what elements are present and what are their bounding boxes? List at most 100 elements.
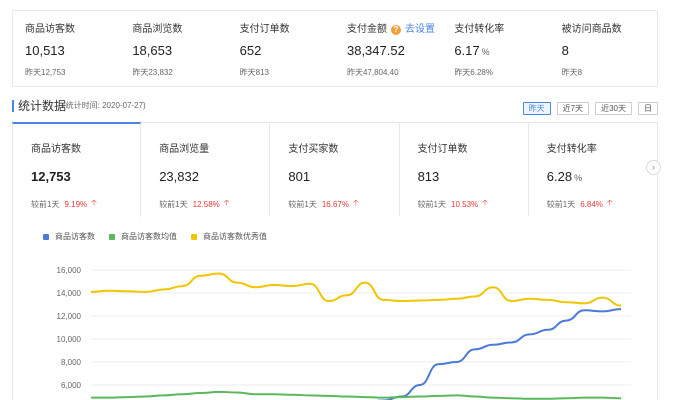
- metric-compare: 较前1天 6.84% 🡡: [547, 197, 657, 211]
- section-header: 统计数据 (统计时间: 2020-07-27) 昨天 近7天 近30天日: [12, 97, 658, 115]
- metric-tab[interactable]: 商品浏览量 23,832 较前1天 12.58% 🡡: [141, 122, 271, 216]
- arrow-up-icon: 🡡: [606, 198, 613, 207]
- metric-value: 801: [288, 169, 398, 185]
- settings-link[interactable]: 去设置: [405, 23, 435, 37]
- chevron-right-icon[interactable]: ›: [646, 160, 661, 175]
- metric-value: 12,753: [31, 169, 140, 185]
- metric-value: 6.28%: [547, 169, 657, 185]
- metric-change-pct: 9.19%: [64, 199, 88, 209]
- summary-value: 652: [240, 42, 335, 60]
- summary-item: 支付转化率 6.17% 昨天6.28%: [442, 11, 549, 86]
- metric-tab[interactable]: 支付订单数 813 较前1天 10.53% 🡡: [399, 122, 529, 216]
- metric-value-text: 12,753: [31, 169, 71, 184]
- metric-change-pct: 12.58%: [192, 199, 220, 209]
- metric-compare-label: 较前1天: [31, 199, 60, 209]
- metric-compare-label: 较前1天: [417, 199, 447, 209]
- summary-value-text: 10,513: [25, 43, 65, 58]
- metric-label: 支付订单数: [417, 144, 468, 155]
- summary-label-text: 支付转化率: [454, 24, 505, 35]
- arrow-up-icon: 🡡: [482, 198, 488, 207]
- arrow-up-icon: 🡡: [352, 198, 359, 207]
- metric-compare-label: 较前1天: [159, 199, 188, 209]
- summary-value-text: 18,653: [132, 43, 173, 58]
- summary-label: 被访问商品数: [562, 23, 657, 37]
- series-line: [91, 390, 622, 400]
- summary-value-text: 652: [239, 43, 262, 58]
- range-button[interactable]: 近7天: [556, 102, 590, 115]
- summary-label-text: 支付订单数: [239, 24, 290, 35]
- summary-item: 支付金额? 去设置 38,347.52 昨天47,804.40: [335, 11, 442, 86]
- summary-label-text: 商品访客数: [25, 24, 75, 35]
- summary-label: 支付转化率: [454, 23, 549, 37]
- help-icon[interactable]: ?: [390, 25, 401, 35]
- metric-label: 支付转化率: [546, 144, 597, 155]
- metric-label: 支付买家数: [288, 144, 339, 155]
- metric-value-text: 23,832: [159, 169, 199, 184]
- y-tick-label: 14,000: [57, 289, 82, 298]
- metric-compare-label: 较前1天: [288, 199, 317, 209]
- summary-label-text: 商品浏览数: [132, 24, 183, 35]
- range-button[interactable]: 近30天: [595, 102, 632, 115]
- section-title: 统计数据: [18, 99, 67, 113]
- trend-chart: 商品访客数 商品访客数均值 商品访客数优秀值 16,000 14,000 12,000 1…: [12, 216, 658, 400]
- summary-label: 支付订单数: [240, 23, 335, 37]
- metric-tab[interactable]: 支付买家数 801 较前1天 16.67% 🡡: [270, 122, 400, 216]
- summary-label-text: 被访问商品数: [561, 24, 622, 35]
- y-tick-label: 12,000: [57, 312, 82, 321]
- metric-tab[interactable]: 商品访客数 12,753 较前1天 9.19% 🡡: [12, 122, 142, 217]
- summary-yesterday: 昨天12,753: [25, 68, 66, 77]
- range-button[interactable]: 昨天: [522, 102, 551, 115]
- metric-change-pct: 16.67%: [321, 199, 349, 209]
- summary-yesterday: 昨天813: [239, 68, 270, 77]
- y-tick-label: 10,000: [57, 335, 82, 344]
- metric-value-text: 6.28: [546, 169, 573, 184]
- summary-yesterday: 昨天23,832: [132, 68, 173, 77]
- section-accent-bar: [12, 100, 14, 112]
- summary-yesterday: 昨天8: [561, 68, 583, 77]
- summary-card: 商品访客数 10,513 昨天12,753 商品浏览数 18,653 昨天23,832 支付…: [12, 10, 658, 87]
- metric-tab[interactable]: 支付转化率 6.28% 较前1天 6.84% 🡡: [528, 122, 658, 216]
- arrow-up-icon: 🡡: [223, 198, 230, 207]
- summary-item: 支付订单数 652 昨天813: [228, 11, 335, 86]
- metric-compare: 较前1天 9.19% 🡡: [31, 197, 140, 211]
- series-line: [376, 308, 622, 400]
- summary-value: 18,653: [132, 42, 227, 60]
- metric-compare: 较前1天 12.58% 🡡: [159, 197, 269, 211]
- range-button[interactable]: 日: [638, 102, 658, 115]
- metric-value-text: 801: [288, 169, 311, 184]
- metric-compare-label: 较前1天: [546, 199, 576, 209]
- metric-label: 商品浏览量: [159, 144, 210, 155]
- y-tick-label: 8,000: [61, 358, 82, 367]
- metric-change-pct: 10.53%: [451, 199, 479, 209]
- summary-value-text: 38,347.52: [346, 43, 405, 58]
- metric-unit: %: [574, 173, 583, 183]
- metric-change-pct: 6.84%: [580, 199, 603, 209]
- summary-label: 商品浏览数: [132, 23, 227, 37]
- range-selector: 昨天 近7天 近30天日: [517, 102, 658, 115]
- summary-label: 商品访客数: [25, 23, 120, 37]
- y-tick-label: 16,000: [57, 266, 82, 275]
- metric-label: 商品访客数: [31, 144, 81, 155]
- arrow-up-icon: 🡡: [91, 198, 97, 207]
- metric-tabs: 商品访客数 12,753 较前1天 9.19% 🡡 商品浏览量 23,832 较前1天 12.5…: [12, 122, 658, 217]
- summary-yesterday: 昨天6.28%: [454, 68, 493, 77]
- summary-value: 6.17%: [454, 42, 549, 60]
- summary-value: 8: [562, 42, 657, 60]
- summary-label: 支付金额? 去设置: [347, 23, 442, 37]
- metric-compare: 较前1天 10.53% 🡡: [418, 197, 528, 211]
- series-line: [90, 272, 622, 307]
- y-tick-label: 6,000: [61, 381, 82, 390]
- summary-item: 商品浏览数 18,653 昨天23,832: [120, 11, 227, 86]
- metric-value: 23,832: [159, 169, 269, 185]
- line-chart: 16,000 14,000 12,000 10,000 8,000 6,000: [57, 266, 631, 400]
- metric-compare: 较前1天 16.67% 🡡: [288, 197, 398, 211]
- summary-value-text: 6.17: [454, 43, 480, 58]
- summary-item: 商品访客数 10,513 昨天12,753: [13, 11, 120, 86]
- summary-label-text: 支付金额: [346, 24, 387, 35]
- summary-value: 10,513: [25, 42, 120, 60]
- summary-value: 38,347.52: [347, 42, 442, 60]
- summary-yesterday: 昨天47,804.40: [346, 68, 399, 77]
- metric-value-text: 813: [417, 169, 440, 184]
- summary-unit: %: [481, 47, 490, 57]
- summary-value-text: 8: [561, 43, 569, 58]
